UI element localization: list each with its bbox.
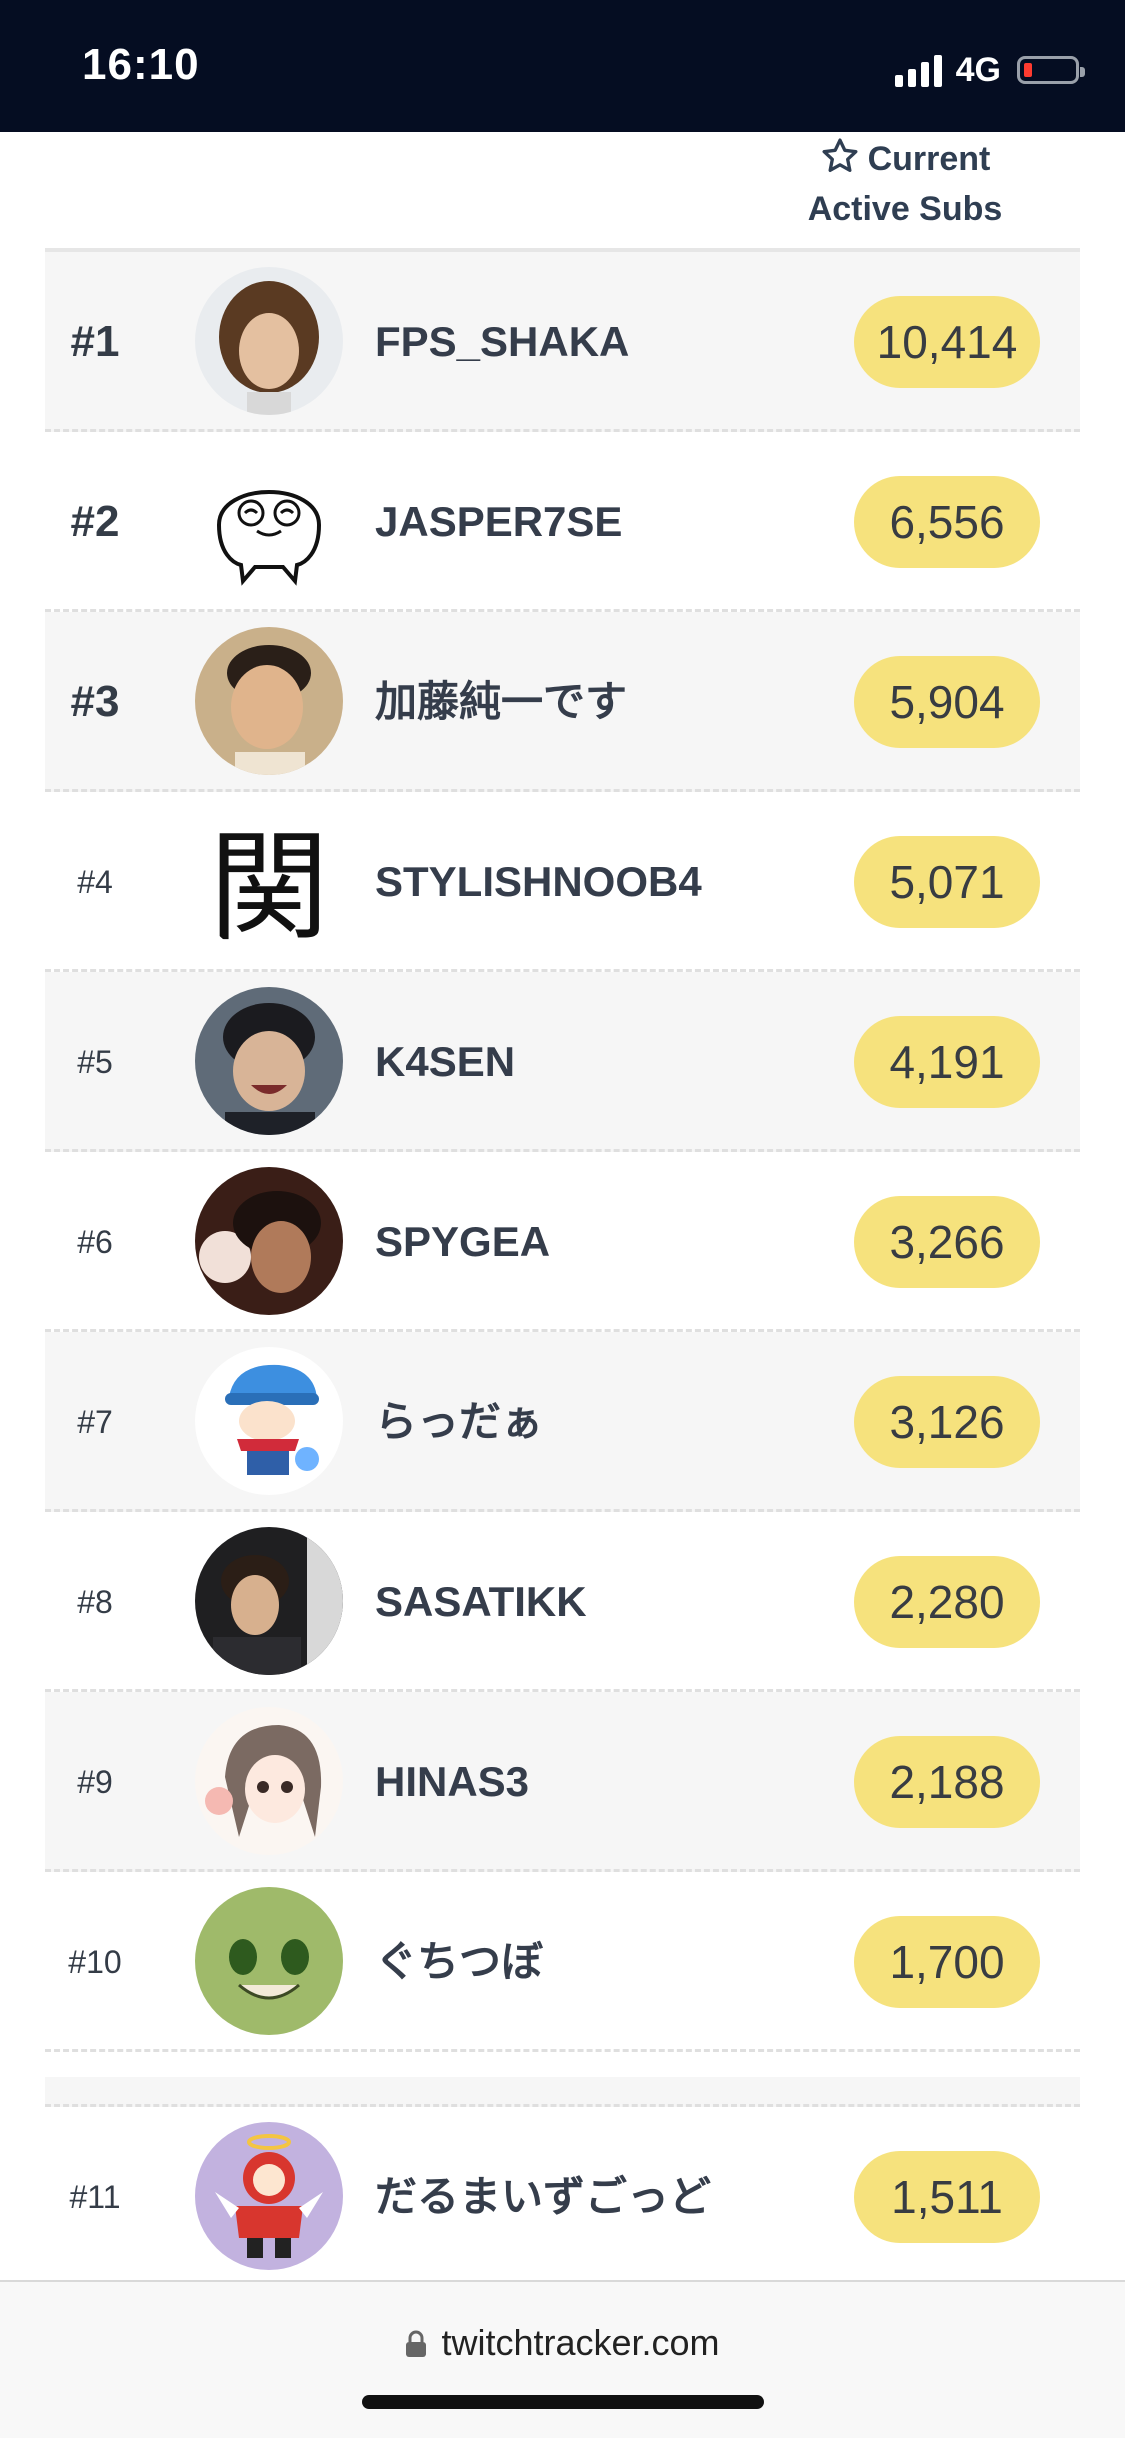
- avatar[interactable]: [195, 1887, 343, 2035]
- avatar[interactable]: [195, 267, 343, 415]
- rank-label: #5: [77, 1044, 113, 1080]
- channel-name[interactable]: JASPER7SE: [375, 432, 622, 612]
- avatar[interactable]: [195, 2122, 343, 2270]
- table-row[interactable]: #7 らっだぁ 3,126: [45, 1332, 1080, 1512]
- rank-label: #4: [77, 864, 113, 900]
- row-divider: [45, 2077, 1080, 2107]
- avatar[interactable]: [195, 627, 343, 775]
- table-row[interactable]: #11 だるまいずごっど 1,511: [45, 2107, 1080, 2287]
- table-row[interactable]: #9 HINAS3 2,188: [45, 1692, 1080, 1872]
- browser-url-bar[interactable]: twitchtracker.com: [0, 2280, 1125, 2438]
- svg-text:関: 関: [209, 819, 329, 955]
- avatar[interactable]: [195, 447, 343, 595]
- rank-label: #10: [68, 1944, 122, 1980]
- rank-label: #1: [70, 317, 120, 366]
- table-row[interactable]: #4 関 STYLISHNOOB4 5,071: [45, 792, 1080, 972]
- subs-count-badge: 10,414: [854, 296, 1040, 388]
- channel-name[interactable]: SPYGEA: [375, 1152, 550, 1332]
- channel-name[interactable]: 加藤純一です: [375, 612, 627, 792]
- subs-count-badge: 5,071: [854, 836, 1040, 928]
- avatar[interactable]: [195, 1527, 343, 1675]
- rank-label: #8: [77, 1584, 113, 1620]
- table-row[interactable]: #3 加藤純一です 5,904: [45, 612, 1080, 792]
- table-row[interactable]: #8 SASATIKK 2,280: [45, 1512, 1080, 1692]
- subs-count-badge: 3,126: [854, 1376, 1040, 1468]
- url-domain: twitchtracker.com: [441, 2322, 720, 2363]
- table-row[interactable]: #2 JASPER7SE 6,556: [45, 432, 1080, 612]
- network-type: 4G: [955, 50, 1001, 89]
- column-title-line1: Current: [867, 140, 991, 178]
- channel-name[interactable]: だるまいずごっど: [375, 2107, 711, 2287]
- avatar[interactable]: [195, 1167, 343, 1315]
- status-time: 16:10: [82, 40, 200, 89]
- avatar[interactable]: [195, 1347, 343, 1495]
- channel-name[interactable]: らっだぁ: [375, 1332, 543, 1512]
- channel-name[interactable]: FPS_SHAKA: [375, 252, 629, 432]
- column-title-line2: Active Subs: [807, 190, 1003, 228]
- rank-label: #11: [69, 2179, 121, 2215]
- rank-label: #3: [70, 677, 120, 726]
- table-row[interactable]: #1 FPS_SHAKA 10,414: [45, 252, 1080, 432]
- avatar[interactable]: [195, 987, 343, 1135]
- channel-name[interactable]: HINAS3: [375, 1692, 529, 1872]
- subs-count-badge: 3,266: [854, 1196, 1040, 1288]
- channel-name[interactable]: K4SEN: [375, 972, 515, 1152]
- status-bar: 16:10 4G: [0, 0, 1125, 132]
- table-row[interactable]: #5 K4SEN 4,191: [45, 972, 1080, 1152]
- subs-count-badge: 4,191: [854, 1016, 1040, 1108]
- battery-icon: [1017, 56, 1085, 84]
- subs-count-badge: 2,188: [854, 1736, 1040, 1828]
- rank-label: #7: [77, 1404, 113, 1440]
- rank-label: #2: [70, 497, 120, 546]
- subs-count-badge: 1,511: [854, 2151, 1040, 2243]
- sort-column-header[interactable]: Current Active Subs: [775, 134, 1035, 234]
- subs-count-badge: 1,700: [854, 1916, 1040, 2008]
- table-row[interactable]: #10 ぐちつぼ 1,700: [45, 1872, 1080, 2052]
- rank-label: #9: [77, 1764, 113, 1800]
- star-icon: [822, 138, 858, 172]
- avatar[interactable]: 関: [195, 807, 343, 955]
- channel-name[interactable]: SASATIKK: [375, 1512, 587, 1692]
- rank-label: #6: [77, 1224, 113, 1260]
- subs-count-badge: 5,904: [854, 656, 1040, 748]
- lock-icon: [406, 2330, 427, 2357]
- avatar[interactable]: [195, 1707, 343, 1855]
- channel-name[interactable]: STYLISHNOOB4: [375, 792, 702, 972]
- home-indicator[interactable]: [362, 2395, 764, 2409]
- subs-count-badge: 2,280: [854, 1556, 1040, 1648]
- subs-count-badge: 6,556: [854, 476, 1040, 568]
- signal-icon: [894, 53, 942, 87]
- channel-name[interactable]: ぐちつぼ: [375, 1872, 543, 2052]
- table-row[interactable]: #6 SPYGEA 3,266: [45, 1152, 1080, 1332]
